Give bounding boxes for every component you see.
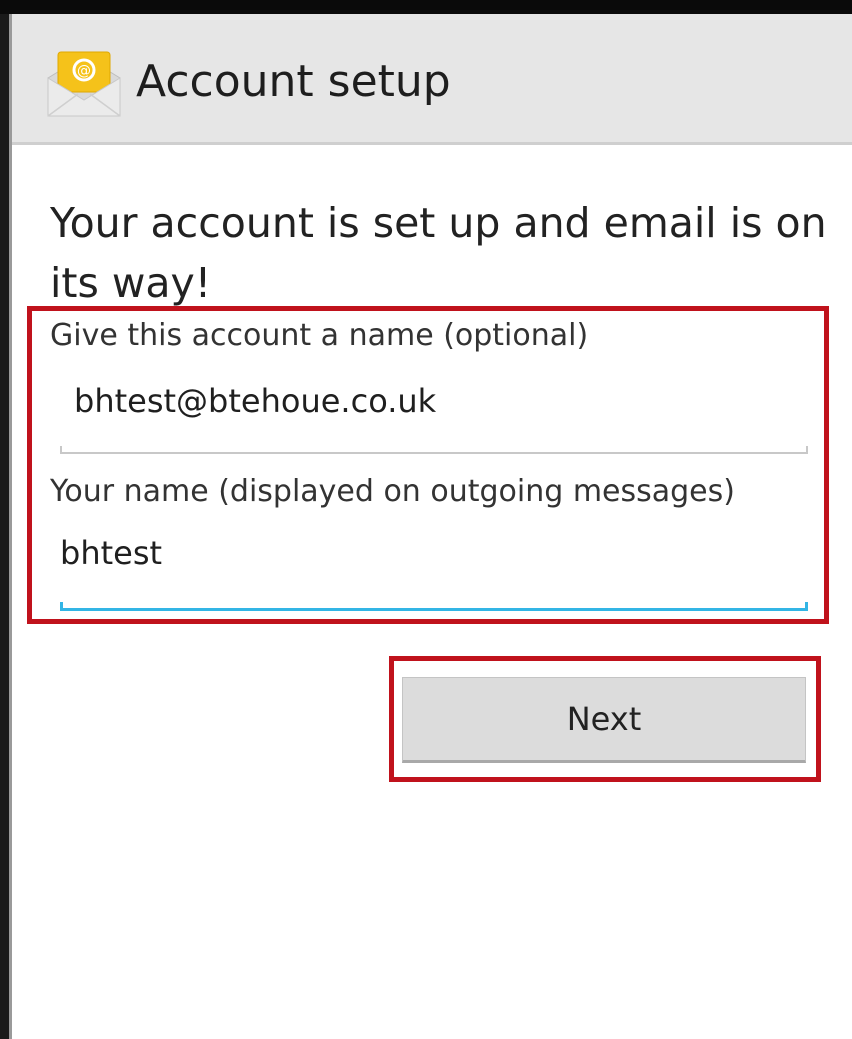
account-name-input[interactable]: bhtest@btehoue.co.uk (74, 382, 436, 420)
account-name-underline (60, 446, 808, 454)
your-name-input[interactable]: bhtest (60, 534, 162, 572)
window-left-edge (0, 14, 9, 1039)
action-bar: @ Account setup (12, 14, 852, 145)
svg-text:@: @ (77, 63, 91, 79)
action-bar-title: Account setup (136, 56, 451, 107)
next-button[interactable]: Next (402, 677, 806, 763)
annotation-highlight-fields (27, 306, 829, 624)
email-app-icon: @ (47, 51, 121, 117)
your-name-label: Your name (displayed on outgoing message… (50, 474, 735, 509)
window-left-edge-inner (9, 14, 12, 1039)
status-bar-edge (0, 0, 852, 14)
your-name-underline-focused (60, 602, 808, 611)
account-name-label: Give this account a name (optional) (50, 318, 589, 353)
page-headline: Your account is set up and email is on i… (50, 199, 827, 307)
